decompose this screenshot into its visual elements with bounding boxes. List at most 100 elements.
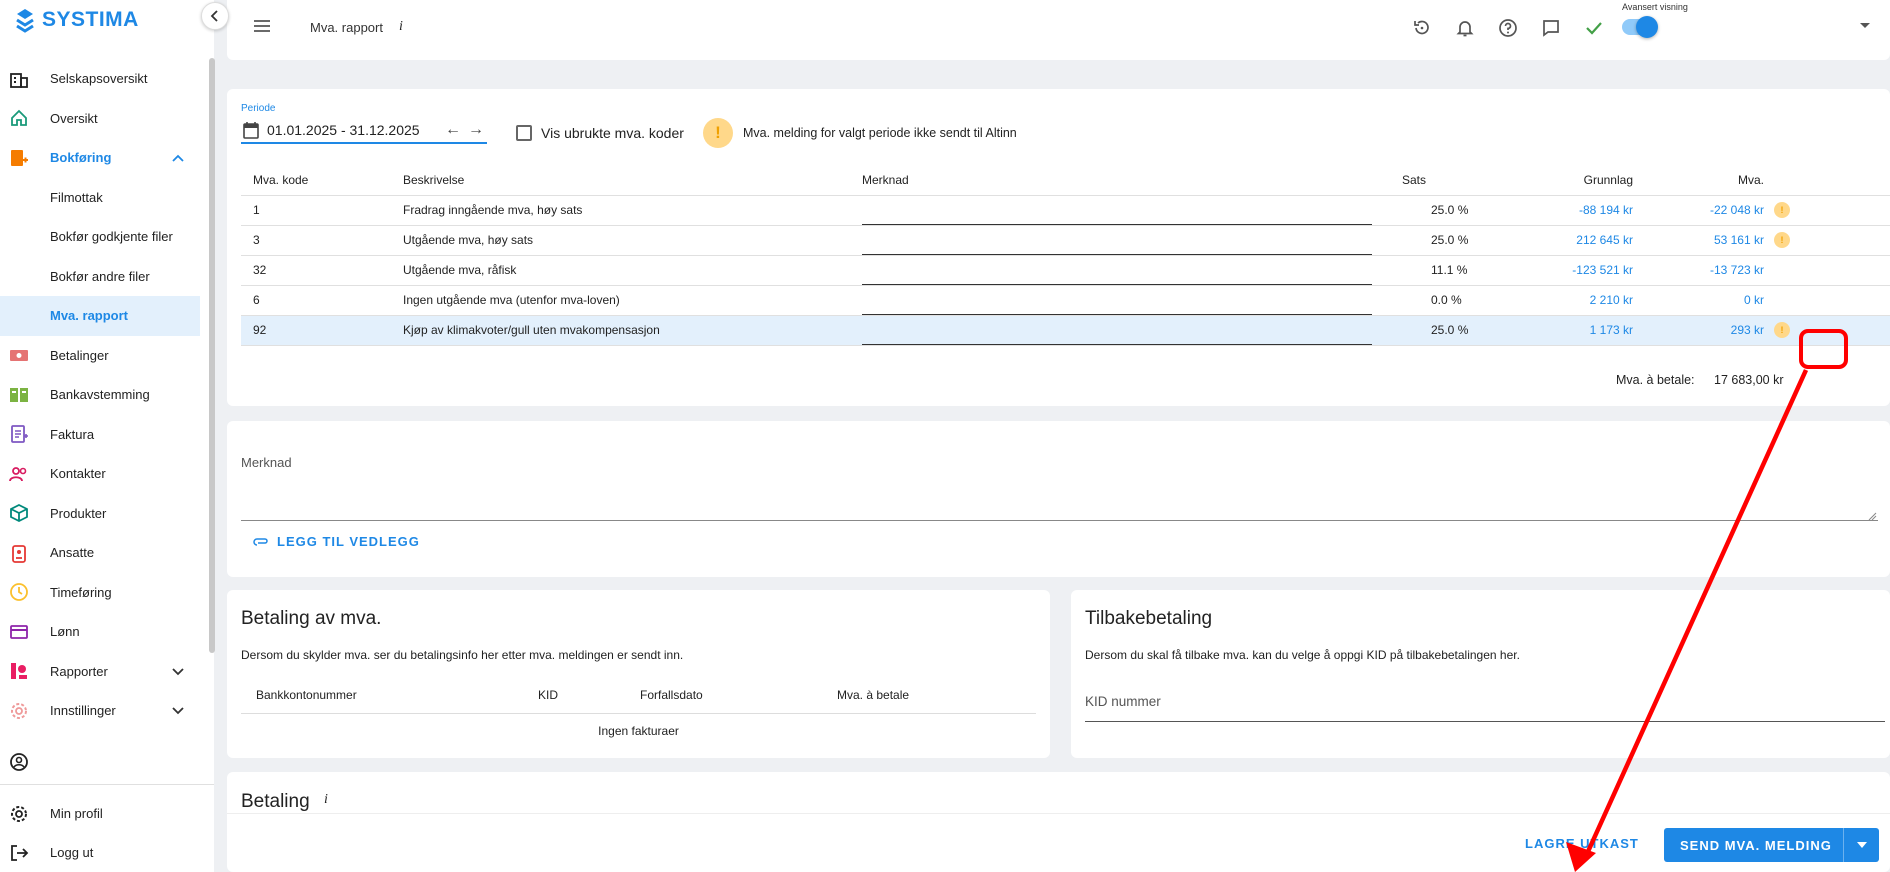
advanced-view-toggle[interactable] xyxy=(1622,16,1658,38)
cell-note[interactable] xyxy=(862,255,1402,286)
sidebar-item-label: Ansatte xyxy=(50,545,95,561)
warning-dot-icon[interactable]: ! xyxy=(1774,322,1790,338)
info-icon[interactable]: i xyxy=(399,19,403,35)
sidebar-account[interactable] xyxy=(0,742,214,782)
note-textarea-underline xyxy=(241,520,1878,521)
sidebar: SYSTIMA Selskapsoversikt Oversikt Bokfør… xyxy=(0,0,215,872)
cell-note[interactable] xyxy=(862,315,1402,346)
table-row[interactable]: 32 Utgående mva, råfisk 11.1 % -123 521 … xyxy=(241,255,1890,286)
cell-base-link[interactable]: -88 194 kr xyxy=(1512,195,1633,226)
cell-base-link[interactable]: 2 210 kr xyxy=(1512,285,1633,316)
add-attachment-button[interactable]: LEGG TIL VEDLEGG xyxy=(253,534,420,549)
chevron-up-icon xyxy=(172,150,184,165)
prev-period-arrow-icon[interactable]: ← xyxy=(445,121,461,139)
col-header-vat: Mva. xyxy=(1633,165,1764,196)
menu-icon[interactable] xyxy=(253,19,271,36)
chat-icon[interactable] xyxy=(1539,16,1563,40)
save-draft-button[interactable]: LAGRE UTKAST xyxy=(1525,836,1639,851)
cell-vat-link[interactable]: -22 048 kr xyxy=(1633,195,1764,226)
cell-base-link[interactable]: 1 173 kr xyxy=(1512,315,1633,346)
period-value: 01.01.2025 - 31.12.2025 xyxy=(267,122,420,138)
sidebar-item-min-profil[interactable]: Min profil xyxy=(0,794,214,834)
brand-logo[interactable]: SYSTIMA xyxy=(14,6,139,34)
cell-base-link[interactable]: 212 645 kr xyxy=(1512,225,1633,256)
products-icon xyxy=(8,502,30,524)
sidebar-item-filmottak[interactable]: Filmottak xyxy=(0,178,214,218)
payment-title: Betaling xyxy=(241,791,310,812)
col-header-rate: Sats xyxy=(1402,165,1512,196)
payment-info-icon[interactable]: i xyxy=(324,792,328,808)
note-input[interactable] xyxy=(862,226,1372,255)
sidebar-item-faktura[interactable]: Faktura xyxy=(0,415,214,455)
history-icon[interactable] xyxy=(1410,16,1434,40)
sidebar-item-bokforing[interactable]: Bokføring xyxy=(0,138,214,178)
note-input[interactable] xyxy=(862,256,1372,285)
note-input[interactable] xyxy=(862,286,1372,315)
sidebar-item-bankavstemming[interactable]: Bankavstemming xyxy=(0,375,214,415)
sidebar-item-logg-ut[interactable]: Logg ut xyxy=(0,833,214,872)
table-row[interactable]: 1 Fradrag inngående mva, høy sats 25.0 %… xyxy=(241,195,1890,226)
sidebar-item-ansatte[interactable]: Ansatte xyxy=(0,533,214,573)
bank-reconcile-icon xyxy=(8,384,30,406)
sidebar-item-rapporter[interactable]: Rapporter xyxy=(0,652,214,692)
sidebar-item-label: Logg ut xyxy=(50,845,94,861)
sidebar-item-label: Bokfør godkjente filer xyxy=(50,229,173,245)
cell-vat-link[interactable]: 0 kr xyxy=(1633,285,1764,316)
table-row[interactable]: 6 Ingen utgående mva (utenfor mva-loven)… xyxy=(241,285,1890,316)
sidebar-item-betalinger[interactable]: Betalinger xyxy=(0,336,214,376)
kid-number-input[interactable] xyxy=(1085,686,1885,722)
cell-vat-link[interactable]: 53 161 kr xyxy=(1633,225,1764,256)
note-input[interactable] xyxy=(862,316,1372,345)
cell-note[interactable] xyxy=(862,285,1402,316)
page-title: Mva. rapport xyxy=(310,20,383,35)
sidebar-item-bokfor-godkjente[interactable]: Bokfør godkjente filer xyxy=(0,217,214,257)
sidebar-item-innstillinger[interactable]: Innstillinger xyxy=(0,691,214,731)
sidebar-item-label: Mva. rapport xyxy=(50,308,129,324)
table-row-selected[interactable]: 92 Kjøp av klimakvoter/gull uten mvakomp… xyxy=(241,315,1890,346)
cell-code: 3 xyxy=(241,225,403,256)
sidebar-item-produkter[interactable]: Produkter xyxy=(0,494,214,534)
sidebar-collapse-button[interactable] xyxy=(201,2,229,30)
table-row[interactable]: 3 Utgående mva, høy sats 25.0 % 212 645 … xyxy=(241,225,1890,256)
cell-status xyxy=(1764,285,1890,316)
warning-dot-icon[interactable]: ! xyxy=(1774,232,1790,248)
building-icon xyxy=(8,68,30,90)
cell-status: ! xyxy=(1764,195,1890,226)
sidebar-item-label: Faktura xyxy=(50,426,95,442)
sidebar-item-kontakter[interactable]: Kontakter xyxy=(0,454,214,494)
table-divider xyxy=(241,713,1036,714)
table-header-row: Mva. kode Beskrivelse Merknad Sats Grunn… xyxy=(241,165,1890,196)
cell-vat-link[interactable]: 293 kr xyxy=(1633,315,1764,346)
cell-desc: Utgående mva, råfisk xyxy=(403,255,862,286)
total-label: Mva. à betale: xyxy=(1616,373,1695,387)
cell-base-link[interactable]: -123 521 kr xyxy=(1512,255,1633,286)
cell-vat-link[interactable]: -13 723 kr xyxy=(1633,255,1764,286)
help-icon[interactable] xyxy=(1496,16,1520,40)
sidebar-item-lonn[interactable]: Lønn xyxy=(0,612,214,652)
account-menu-caret-icon[interactable] xyxy=(1860,23,1870,28)
brand-name: SYSTIMA xyxy=(42,8,139,31)
resize-handle-icon[interactable] xyxy=(1867,511,1877,521)
refund-card: Tilbakebetaling Dersom du skal få tilbak… xyxy=(1071,590,1890,758)
send-options-dropdown[interactable] xyxy=(1843,828,1879,862)
sidebar-item-mva-rapport[interactable]: Mva. rapport xyxy=(0,296,200,336)
sidebar-item-timeforing[interactable]: Timeføring xyxy=(0,573,214,613)
cell-note[interactable] xyxy=(862,225,1402,256)
home-icon xyxy=(8,107,30,129)
check-icon[interactable] xyxy=(1582,16,1606,40)
sidebar-item-bokfor-andre[interactable]: Bokfør andre filer xyxy=(0,257,214,297)
show-unused-codes-checkbox[interactable] xyxy=(516,125,532,141)
bell-icon[interactable] xyxy=(1453,16,1477,40)
cell-note[interactable] xyxy=(862,195,1402,226)
sidebar-item-selskapsoversikt[interactable]: Selskapsoversikt xyxy=(0,59,214,99)
note-input[interactable] xyxy=(862,196,1372,225)
note-textarea[interactable] xyxy=(241,451,1878,521)
col-header-code: Mva. kode xyxy=(241,165,403,196)
send-vat-report-button[interactable]: SEND MVA. MELDING xyxy=(1664,828,1879,862)
chevron-down-icon xyxy=(172,703,184,718)
next-period-arrow-icon[interactable]: → xyxy=(468,121,484,139)
account-circle-icon xyxy=(8,751,30,773)
sidebar-item-label: Filmottak xyxy=(50,189,103,205)
sidebar-item-oversikt[interactable]: Oversikt xyxy=(0,99,214,139)
warning-dot-icon[interactable]: ! xyxy=(1774,202,1790,218)
